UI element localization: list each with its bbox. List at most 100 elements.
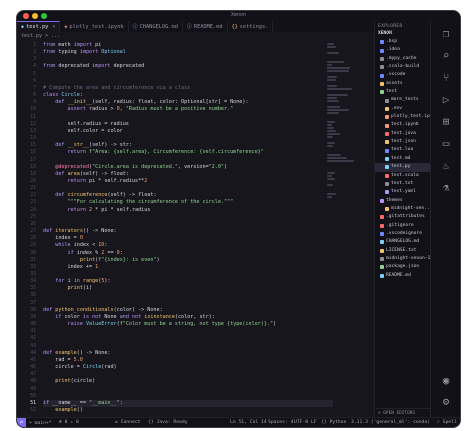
connect-status[interactable]: ⇌ Connect	[115, 420, 140, 425]
code-line[interactable]: def example() -> None:	[43, 350, 333, 357]
code-line[interactable]: # Compute the area and circumference via…	[43, 85, 333, 92]
code-line[interactable]	[43, 185, 333, 192]
branch-status[interactable]: ⑂ main+*	[29, 420, 52, 426]
source-control-icon[interactable]: ⑂	[431, 71, 460, 84]
file-tree-item[interactable]: midnight-xen...	[375, 205, 430, 213]
file-tree-item[interactable]: LICENSE.txt	[375, 247, 430, 255]
code-line[interactable]: def circumference(self) -> float:	[43, 192, 333, 199]
code-line[interactable]	[43, 343, 333, 350]
code-line[interactable]	[43, 271, 333, 278]
testing-icon[interactable]: ⚗	[431, 181, 460, 194]
code-line[interactable]: self.radius = radius	[43, 121, 333, 128]
file-tree-item[interactable]: test.lua	[375, 146, 430, 154]
open-editors-section[interactable]: > OPEN EDITORS	[375, 408, 430, 417]
code-line[interactable]: @deprecated("Circle.area is deprecated."…	[43, 164, 333, 171]
python-interpreter-status[interactable]: 3.11.3 ('general_ml': conda)	[351, 420, 430, 425]
minimap[interactable]	[327, 42, 361, 198]
file-tree-item[interactable]: .bsp	[375, 38, 430, 46]
code-line[interactable]	[43, 300, 333, 307]
code-line[interactable]	[43, 78, 333, 85]
java-status[interactable]: {} Java: Ready	[148, 420, 188, 425]
code-line[interactable]: def area(self) -> float:	[43, 171, 333, 178]
code-line[interactable]: if __name__ == "__main__":	[43, 399, 333, 407]
code-line[interactable]: assert radius > 0, "Radius must be a pos…	[43, 106, 333, 113]
file-tree-item[interactable]: plotly_test.ipynb	[375, 113, 430, 121]
code-line[interactable]: print(i)	[43, 285, 333, 292]
java-icon[interactable]: ♨	[431, 159, 460, 172]
code-line[interactable]	[43, 135, 333, 142]
code-line[interactable]: for i in range(5):	[43, 278, 333, 285]
language-status[interactable]: {} Python	[321, 420, 346, 425]
file-tree-item[interactable]: .gitignore	[375, 222, 430, 230]
file-tree-item[interactable]: test.ipynb	[375, 121, 430, 129]
code-line[interactable]: index = 0	[43, 235, 333, 242]
files-icon[interactable]: ❐	[431, 27, 460, 40]
file-tree-item[interactable]: test.yaml	[375, 188, 430, 196]
spell-status[interactable]: ✓ Spell	[437, 420, 457, 425]
code-line[interactable]: print(f"{index}: is even")	[43, 257, 333, 264]
code-line[interactable]: def __str__(self) -> str:	[43, 142, 333, 149]
code-line[interactable]: raise ValueError(f"Color must be a strin…	[43, 321, 333, 328]
tab-0[interactable]: ◆ test.py ×	[17, 21, 61, 32]
file-tree-item[interactable]: test.java	[375, 130, 430, 138]
indentation-status[interactable]: Spaces: 4	[268, 420, 293, 425]
code-line[interactable]: if index % 2 == 0:	[43, 250, 333, 257]
code-line[interactable]	[43, 214, 333, 221]
code-editor[interactable]: 1 2 3 4 5 6 7 8 9 10 11 12 13 14 15 16 17 18 19 20 21 22 23 24 2…	[17, 42, 333, 417]
file-tree-item[interactable]: .env	[375, 105, 430, 113]
code-line[interactable]	[43, 221, 333, 228]
run-debug-icon[interactable]: ▷	[431, 93, 460, 106]
code-line[interactable]	[43, 114, 333, 121]
file-tree-item[interactable]: CHANGELOG.md	[375, 238, 430, 246]
code-line[interactable]: from math import pi	[43, 42, 333, 49]
file-tree-item[interactable]: test.txt	[375, 180, 430, 188]
code-line[interactable]: def python_conditionals(color) -> None:	[43, 307, 333, 314]
code-line[interactable]: index += 1	[43, 264, 333, 271]
code-line[interactable]: from typing import Optional	[43, 49, 333, 56]
code-line[interactable]: return f"Area: {self.area}, Circumferenc…	[43, 149, 333, 156]
code-line[interactable]: def __init__(self, radius: float, color:…	[43, 99, 333, 106]
search-icon[interactable]: ⌕	[431, 49, 460, 62]
code-line[interactable]: self.color = color	[43, 128, 333, 135]
code-line[interactable]	[43, 71, 333, 78]
code-line[interactable]: if color is not None and not isinstance(…	[43, 314, 333, 321]
code-line[interactable]	[43, 393, 333, 400]
breadcrumb[interactable]: test.py > ...	[21, 33, 60, 39]
code-line[interactable]	[43, 335, 333, 342]
file-tree-item[interactable]: .idea	[375, 46, 430, 54]
code-line[interactable]: rad = 5.0	[43, 357, 333, 364]
code-line[interactable]	[43, 56, 333, 63]
code-line[interactable]: circle = Circle(rad)	[43, 364, 333, 371]
code-line[interactable]: """For calculating the circumference of …	[43, 199, 333, 206]
tab-2[interactable]: ⓘ CHANGELOG.md	[129, 21, 183, 32]
tab-1[interactable]: ◈ plotly_test.ipynb	[60, 21, 129, 32]
settings-gear-icon[interactable]: ⚙	[431, 395, 460, 408]
code-line[interactable]	[43, 328, 333, 335]
file-tree-item[interactable]: .mypy_cache	[375, 55, 430, 63]
explorer-root-folder[interactable]: XENON	[375, 30, 430, 38]
file-tree-item[interactable]: test.md	[375, 155, 430, 163]
file-tree-item[interactable]: package.json	[375, 263, 430, 271]
file-tree-item[interactable]: test.py	[375, 163, 430, 172]
close-icon[interactable]: ×	[52, 24, 55, 30]
tab-4[interactable]: {} settings.	[228, 21, 274, 32]
encoding-status[interactable]: UTF-8	[294, 420, 308, 425]
code-line[interactable]: print(circle)	[43, 378, 333, 385]
file-tree-item[interactable]: .vscode	[375, 71, 430, 79]
code-area[interactable]: from math import pi from typing import Op…	[43, 42, 333, 414]
file-tree-item[interactable]: README.md	[375, 272, 430, 280]
code-line[interactable]: return pi * self.radius**2	[43, 178, 333, 185]
remote-indicator-icon[interactable]: ⇄	[17, 418, 26, 427]
file-tree-item[interactable]: test.json	[375, 138, 430, 146]
code-line[interactable]	[43, 292, 333, 299]
problems-status[interactable]: ⊗ 0 ⚠ 0	[59, 420, 79, 425]
file-tree-item[interactable]: .vscodeignore	[375, 230, 430, 238]
code-line[interactable]: example()	[43, 407, 333, 414]
file-tree-item[interactable]: assets	[375, 80, 430, 88]
code-line[interactable]	[43, 386, 333, 393]
code-line[interactable]	[43, 157, 333, 164]
file-tree-item[interactable]: .scala-build	[375, 63, 430, 71]
code-line[interactable]: from deprecated import deprecated	[43, 63, 333, 70]
code-line[interactable]: return 2 * pi * self.radius	[43, 207, 333, 214]
file-tree-item[interactable]: themes	[375, 197, 430, 205]
